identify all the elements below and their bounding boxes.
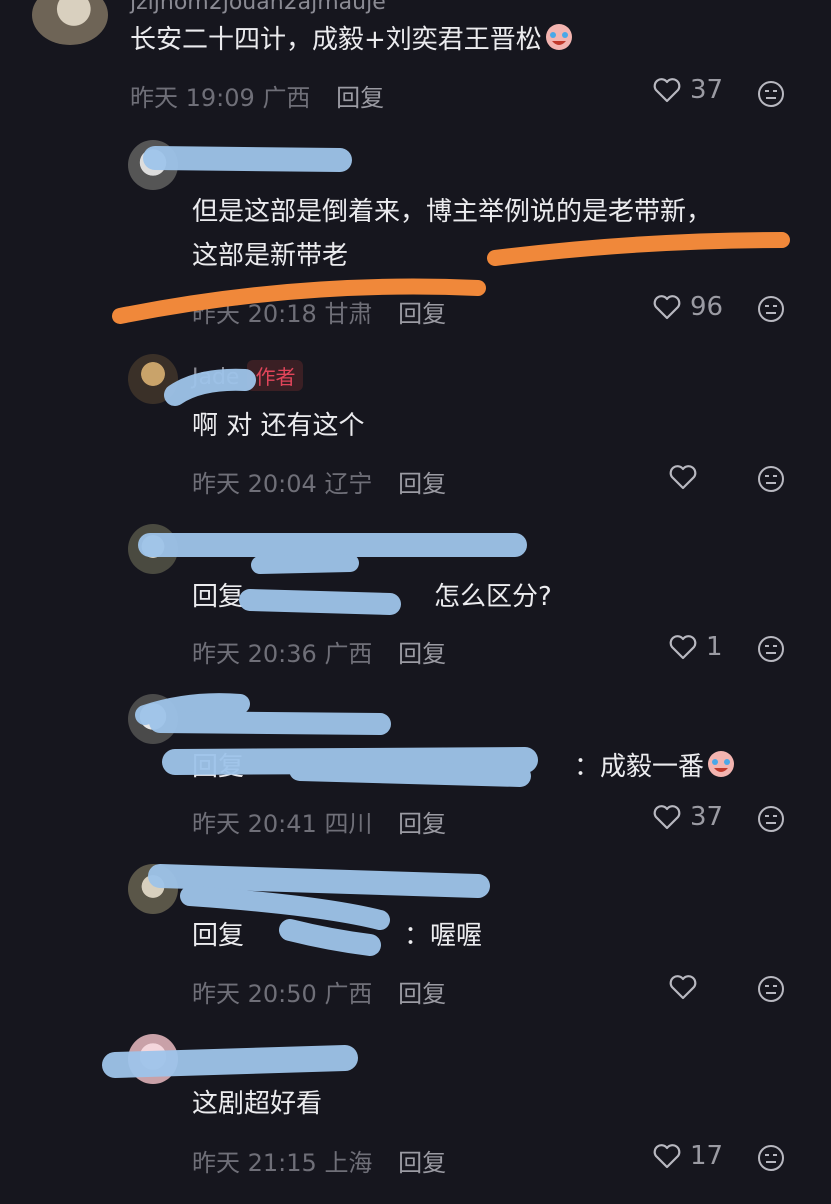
emoji-face-icon[interactable] (756, 804, 786, 834)
reply-button[interactable]: 回复 (398, 300, 446, 328)
avatar[interactable] (128, 1034, 178, 1084)
like-button[interactable]: 37 (652, 802, 723, 832)
comment-text: 啊 对 还有这个 (192, 411, 365, 441)
heart-outline-icon (653, 1144, 681, 1169)
comment-meta: 昨天 20:50 广西 回复 (192, 974, 446, 1009)
redaction-scribble (149, 711, 391, 735)
comment-text: 回复 怎么区分? (192, 575, 552, 619)
avatar[interactable] (128, 140, 178, 190)
orange-underline-stroke (487, 232, 790, 266)
heart-outline-icon (653, 805, 681, 830)
redaction-scribble (143, 146, 352, 172)
like-button[interactable] (668, 972, 706, 1002)
heart-outline-icon (669, 635, 697, 660)
avatar[interactable] (32, 0, 108, 45)
comment-body: 喔喔 (430, 921, 483, 951)
comment-body: 成毅一番 (600, 752, 705, 782)
like-count: 1 (706, 632, 723, 662)
comment-time: 昨天 20:36 (192, 640, 317, 668)
heart-outline-icon (653, 78, 681, 103)
comment-location: 上海 (324, 1149, 373, 1177)
comment-meta: 昨天 21:15 上海 回复 (192, 1143, 446, 1178)
comment-time: 昨天 20:50 (192, 980, 317, 1008)
redaction-scribble (251, 554, 359, 574)
reply-button[interactable]: 回复 (398, 810, 446, 838)
comment-location: 甘肃 (324, 300, 373, 328)
avatar[interactable] (128, 354, 178, 404)
emoji-face-icon[interactable] (756, 1143, 786, 1173)
crying-laughing-emoji-icon (544, 22, 574, 52)
reply-button[interactable]: 回复 (336, 84, 384, 112)
username-text: Jade (192, 365, 240, 390)
reply-button[interactable]: 回复 (398, 1149, 446, 1177)
emoji-face-icon[interactable] (756, 464, 786, 494)
emoji-face-icon[interactable] (756, 294, 786, 324)
comment-text-line-2: 这部是新带老 (192, 241, 349, 271)
like-count: 17 (690, 1141, 724, 1171)
like-count: 96 (690, 292, 724, 322)
reply-button[interactable]: 回复 (398, 640, 446, 668)
like-button[interactable]: 37 (652, 75, 723, 105)
author-badge: 作者 (247, 360, 304, 391)
redaction-scribble (148, 864, 490, 898)
heart-outline-icon (653, 295, 681, 320)
crying-laughing-emoji-icon (706, 749, 736, 779)
username[interactable]: Jade 作者 (192, 360, 304, 391)
heart-outline-icon (669, 975, 697, 1000)
emoji-face-icon[interactable] (756, 79, 786, 109)
comment-body: 怎么区分? (434, 582, 552, 612)
comment-meta: 昨天 19:09 广西 回复 (130, 78, 384, 113)
comment-meta: 昨天 20:36 广西 回复 (192, 634, 446, 669)
comment-time: 昨天 20:04 (192, 470, 317, 498)
comment-text: 回复 ：成毅一番 (192, 745, 736, 789)
comment-time: 昨天 20:18 (192, 300, 317, 328)
reply-prefix: 回复 (192, 582, 245, 612)
like-button[interactable]: 17 (652, 1141, 723, 1171)
avatar[interactable] (128, 864, 178, 914)
comment-text-line-1: 但是这部是倒着来，博主举例说的是老带新， (192, 197, 713, 227)
comment-text: 回复 ：喔喔 (192, 921, 483, 951)
heart-outline-icon (669, 465, 697, 490)
reply-prefix: 回复 (192, 921, 245, 951)
reply-button[interactable]: 回复 (398, 470, 446, 498)
emoji-face-icon[interactable] (756, 974, 786, 1004)
comment-time: 昨天 21:15 (192, 1149, 317, 1177)
emoji-face-icon[interactable] (756, 634, 786, 664)
comment-meta: 昨天 20:04 辽宁 回复 (192, 464, 446, 499)
comment-location: 广西 (324, 980, 373, 1008)
like-button[interactable] (668, 462, 706, 492)
like-count: 37 (690, 75, 724, 105)
comment-meta: 昨天 20:41 四川 回复 (192, 804, 446, 839)
comment-text: 这剧超好看 (192, 1089, 323, 1119)
avatar[interactable] (128, 694, 178, 744)
comment-time: 昨天 20:41 (192, 810, 317, 838)
comment-location: 四川 (324, 810, 373, 838)
username[interactable]: jzijnom2jouan2ajmauje (130, 0, 386, 15)
like-count: 37 (690, 802, 724, 832)
reply-button[interactable]: 回复 (398, 980, 446, 1008)
like-button[interactable]: 96 (652, 292, 723, 322)
like-button[interactable]: 1 (668, 632, 723, 662)
comment-location: 广西 (324, 640, 373, 668)
comment-location: 辽宁 (324, 470, 373, 498)
avatar[interactable] (128, 524, 178, 574)
comment-meta: 昨天 20:18 甘肃 回复 (192, 294, 446, 329)
comment-text: 长安二十四计，成毅+刘奕君王晋松 (130, 18, 574, 62)
comment-location: 广西 (262, 84, 311, 112)
reply-prefix: 回复 (192, 752, 245, 782)
comment-time: 昨天 19:09 (130, 84, 255, 112)
